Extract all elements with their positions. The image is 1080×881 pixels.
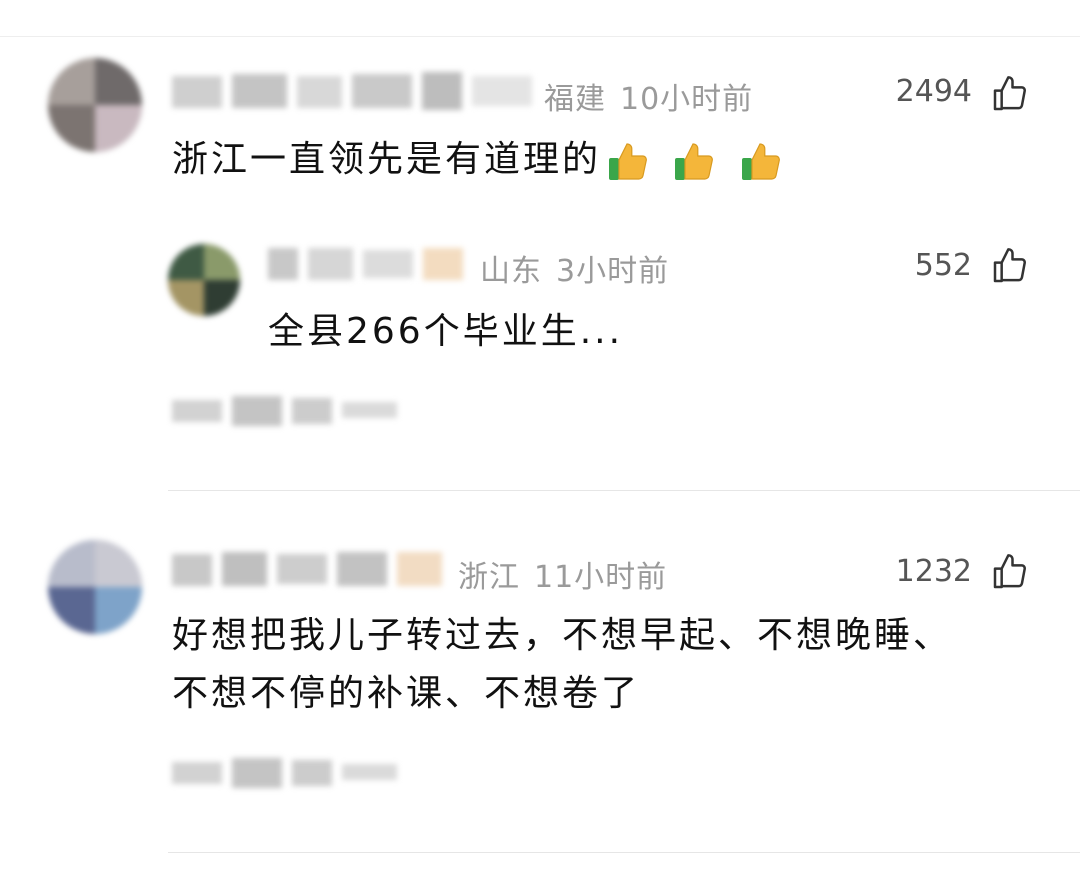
view-replies-link[interactable] [172,754,402,794]
location-label: 山东 [480,254,542,289]
comment-meta: 山东 3小时前 [480,246,683,290]
timestamp: 3小时前 [556,254,670,289]
comment-text-body: 浙江一直领先是有道理的 [172,139,602,180]
username[interactable] [172,548,447,592]
like-count: 2494 [895,74,972,109]
avatar[interactable] [168,244,240,316]
location-label: 福建 [544,82,606,117]
emoji-group [605,131,790,191]
thumbs-up-outline-icon[interactable] [990,74,1030,114]
comment-meta: 浙江 11小时前 [458,552,681,596]
like-count: 552 [914,248,972,283]
username[interactable] [268,244,468,284]
comment-text-line: 好想把我儿子转过去，不想早起、不想晚睡、 [172,615,953,656]
reply-text: 全县266个毕业生... [268,311,624,352]
timestamp: 11小时前 [534,560,668,595]
location-label: 浙江 [458,560,520,595]
comment-text: 浙江一直领先是有道理的 [172,130,790,191]
timestamp: 10小时前 [620,82,754,117]
username[interactable] [172,70,532,114]
view-replies-link[interactable] [172,392,402,432]
thumbs-up-outline-icon[interactable] [990,246,1030,286]
avatar[interactable] [48,58,142,152]
comment-text-line: 不想不停的补课、不想卷了 [172,673,641,714]
top-divider [0,36,1080,37]
comment-meta: 福建 10小时前 [544,74,767,118]
thumbs-up-emoji-icon [609,143,647,180]
avatar[interactable] [48,540,142,634]
thumbs-up-outline-icon[interactable] [990,552,1030,592]
thumbs-up-emoji-icon [675,143,714,180]
divider [168,852,1080,853]
divider [168,490,1080,491]
thumbs-up-emoji-icon [741,143,780,180]
like-count: 1232 [895,554,972,589]
